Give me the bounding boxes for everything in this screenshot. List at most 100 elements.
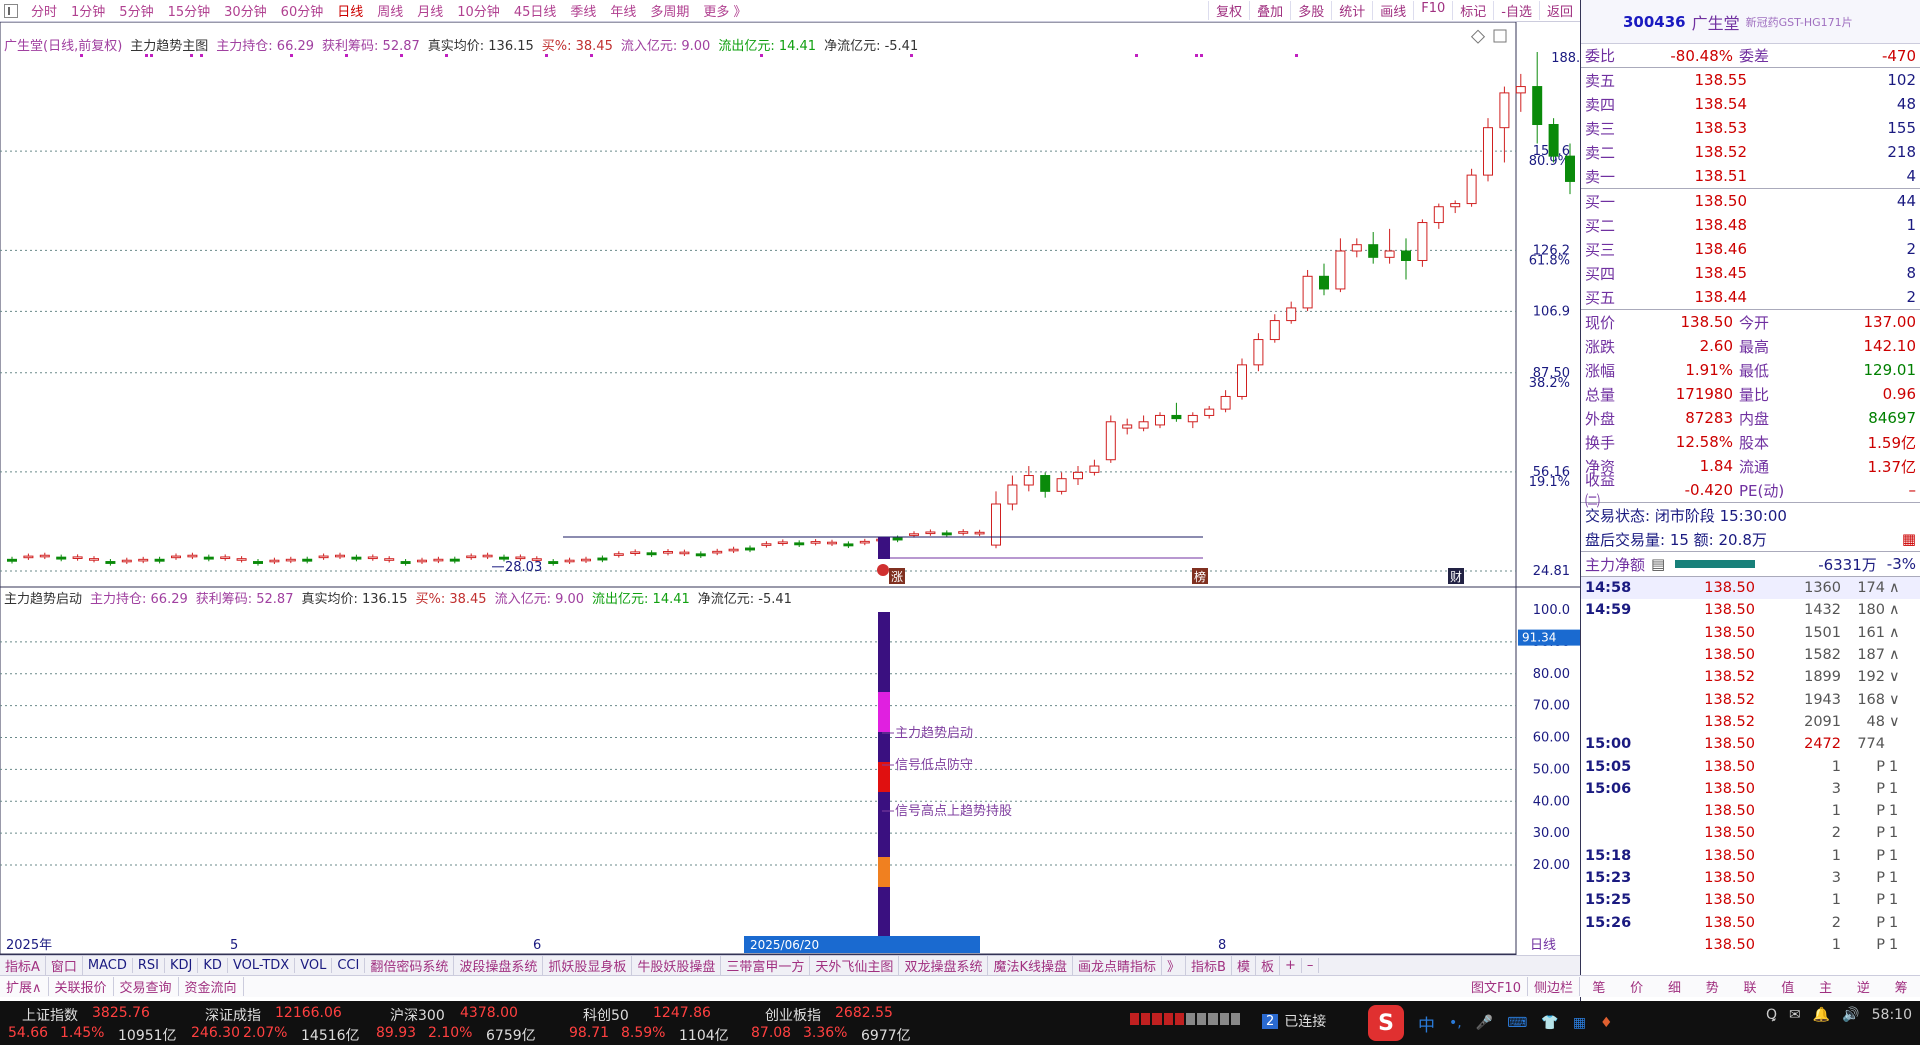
- candle-body[interactable]: [663, 551, 673, 554]
- sub-indicator-title[interactable]: 主力趋势启动: [4, 588, 82, 607]
- indicator-tab[interactable]: –: [1302, 958, 1320, 973]
- candle-body[interactable]: [1269, 320, 1280, 341]
- period-tab[interactable]: 月线: [410, 1, 450, 20]
- candle-body[interactable]: [400, 561, 411, 564]
- candle-body[interactable]: [1187, 414, 1198, 423]
- candle-body[interactable]: [646, 552, 657, 556]
- chart-area[interactable]: 157.6126.2106.987.5056.1624.8180.9%61.8%…: [0, 22, 1580, 955]
- candle-body[interactable]: [1023, 475, 1034, 486]
- candle-body[interactable]: [1417, 222, 1428, 261]
- quote-tab[interactable]: 逆: [1844, 977, 1882, 996]
- period-tab[interactable]: 1分钟: [64, 1, 112, 20]
- volume-icon[interactable]: 🔊: [1842, 1007, 1859, 1023]
- candle-body[interactable]: [1302, 275, 1313, 309]
- candle-body[interactable]: [499, 556, 509, 560]
- candle-body[interactable]: [630, 551, 641, 554]
- indicator-tab[interactable]: KD: [198, 958, 228, 973]
- candle-body[interactable]: [581, 558, 591, 562]
- candle-body[interactable]: [1466, 174, 1477, 205]
- diamond-icon[interactable]: [1470, 29, 1486, 44]
- candle-body[interactable]: [23, 555, 34, 559]
- candle-body[interactable]: [335, 554, 345, 558]
- candle-body[interactable]: [745, 547, 755, 551]
- period-tab[interactable]: 季线: [563, 1, 603, 20]
- indicator-tab[interactable]: 》: [1162, 956, 1187, 975]
- quote-tab[interactable]: 联: [1731, 977, 1769, 996]
- candle-body[interactable]: [1401, 250, 1411, 261]
- period-tab[interactable]: 日线: [330, 1, 370, 20]
- indicator-tab[interactable]: KDJ: [165, 958, 199, 973]
- candle-body[interactable]: [1204, 408, 1215, 416]
- punctuation-icon[interactable]: •,: [1449, 1015, 1462, 1031]
- candle-body[interactable]: [187, 554, 198, 558]
- indicator-tab[interactable]: 板: [1256, 956, 1280, 975]
- index-name[interactable]: 创业板指: [765, 1005, 821, 1025]
- period-tab[interactable]: 年线: [603, 1, 643, 20]
- candle-body[interactable]: [941, 532, 952, 536]
- candle-body[interactable]: [269, 559, 280, 563]
- period-tab[interactable]: 多周期: [643, 1, 696, 20]
- chart-icon[interactable]: ▦: [1902, 530, 1916, 548]
- candle-body[interactable]: [958, 531, 969, 534]
- toolbar-action[interactable]: 叠加: [1249, 1, 1290, 20]
- candle-body[interactable]: [974, 531, 985, 535]
- candle-body[interactable]: [253, 561, 263, 564]
- indicator-tab[interactable]: 翻倍密码系统: [365, 956, 455, 975]
- candle-body[interactable]: [991, 503, 1001, 546]
- candle-body[interactable]: [466, 555, 477, 559]
- candle-body[interactable]: [89, 558, 99, 561]
- period-tab[interactable]: 5分钟: [112, 1, 160, 20]
- candle-body[interactable]: [515, 556, 526, 560]
- candle-body[interactable]: [1155, 414, 1165, 426]
- candle-body[interactable]: [1499, 92, 1510, 129]
- candle-body[interactable]: [302, 558, 313, 562]
- indicator-tab[interactable]: 窗口: [46, 956, 83, 975]
- chat-icon[interactable]: ✉: [1789, 1007, 1801, 1023]
- candle-body[interactable]: [1548, 124, 1559, 157]
- indicator-tab[interactable]: CCI: [332, 958, 366, 973]
- candle-body[interactable]: [105, 561, 116, 564]
- candle-body[interactable]: [1368, 244, 1379, 258]
- candle-body[interactable]: [597, 557, 608, 561]
- candle-body[interactable]: [236, 558, 247, 561]
- period-tab[interactable]: 30分钟: [217, 1, 274, 20]
- toolbar-action[interactable]: -自选: [1493, 1, 1539, 20]
- extension-tab[interactable]: 关联报价: [49, 977, 114, 996]
- sogou-logo-icon[interactable]: S: [1368, 1005, 1404, 1041]
- candle-body[interactable]: [827, 541, 837, 545]
- candle-body[interactable]: [203, 556, 214, 560]
- candle-body[interactable]: [1007, 484, 1018, 505]
- indicator-tab[interactable]: 波段操盘系统: [454, 956, 544, 975]
- indicator-tab[interactable]: RSI: [133, 958, 166, 973]
- extension-right-tab[interactable]: 图文F10: [1465, 977, 1528, 996]
- candle-body[interactable]: [351, 556, 362, 560]
- indicator-tab[interactable]: 魔法K线操盘: [988, 956, 1073, 975]
- qq-icon[interactable]: Ꝗ: [1766, 1007, 1777, 1023]
- candle-body[interactable]: [777, 541, 788, 545]
- candle-body[interactable]: [154, 558, 165, 562]
- notification-bell-icon[interactable]: 🔔: [1813, 1007, 1830, 1023]
- candle-body[interactable]: [367, 556, 378, 560]
- candle-body[interactable]: [121, 559, 132, 563]
- period-tab[interactable]: 周线: [370, 1, 410, 20]
- candle-body[interactable]: [285, 558, 296, 562]
- indicator-tab[interactable]: VOL-TDX: [228, 958, 296, 973]
- candle-body[interactable]: [613, 553, 624, 556]
- quote-tab[interactable]: 值: [1769, 977, 1807, 996]
- quote-tab[interactable]: 细: [1656, 977, 1694, 996]
- candle-body[interactable]: [433, 558, 444, 562]
- candle-body[interactable]: [171, 555, 181, 559]
- indicator-tab[interactable]: 天外飞仙主图: [810, 956, 900, 975]
- toolbar-action[interactable]: 统计: [1331, 1, 1372, 20]
- indicator-tab[interactable]: 模: [1232, 956, 1256, 975]
- candle-body[interactable]: [712, 550, 723, 554]
- quote-tab[interactable]: 主: [1807, 977, 1845, 996]
- stock-concept[interactable]: 新冠药GST-HG171片: [1746, 14, 1853, 30]
- period-tab[interactable]: 45日线: [507, 1, 564, 20]
- candle-body[interactable]: [548, 561, 559, 564]
- candle-body[interactable]: [761, 543, 772, 546]
- microphone-icon[interactable]: 🎤: [1476, 1015, 1493, 1031]
- indicator-tab[interactable]: 指标A: [0, 956, 46, 975]
- candle-body[interactable]: [1122, 424, 1133, 429]
- candle-body[interactable]: [1073, 471, 1083, 480]
